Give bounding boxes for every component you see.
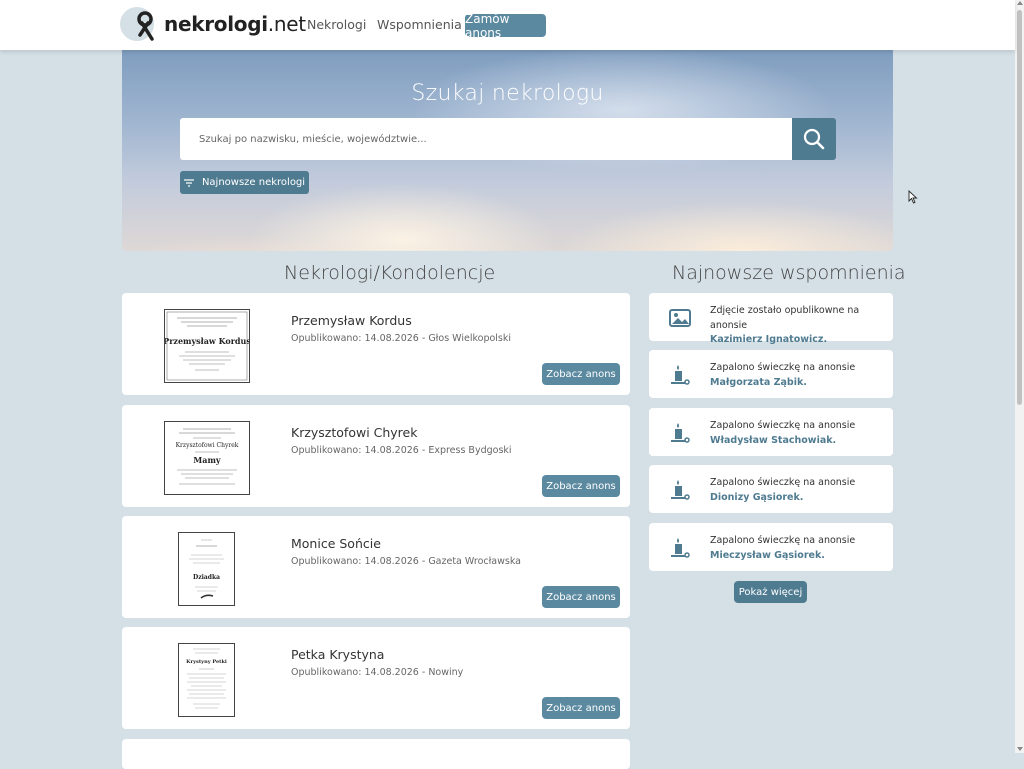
svg-text:Dziadka: Dziadka bbox=[193, 574, 220, 581]
svg-text:Krzysztofowi Chyrek: Krzysztofowi Chyrek bbox=[176, 442, 239, 449]
memory-person-link[interactable]: Dionizy Gąsiorek. bbox=[710, 492, 803, 503]
obituary-published: Opublikowano: 14.08.2026 - Głos Wielkopo… bbox=[291, 333, 512, 344]
candle-icon bbox=[671, 480, 690, 500]
order-announcement-button[interactable]: Zamów anons bbox=[465, 12, 546, 40]
obituary-thumbnail-art: Dziadka bbox=[189, 539, 224, 599]
memories-section-title: Najnowsze wspomnienia bbox=[672, 262, 906, 284]
scrollbar[interactable] bbox=[1015, 0, 1024, 753]
svg-text:Przemysław Kordus: Przemysław Kordus bbox=[165, 336, 249, 346]
candle-icon bbox=[671, 365, 690, 385]
obituary-card: Krystyny Petki Petka Krystyna Opublikowa… bbox=[122, 627, 630, 729]
scroll-down-arrow[interactable] bbox=[1017, 747, 1023, 751]
top-navbar: nekrologi.net Nekrologi Wspomnienia Zamó… bbox=[0, 0, 1015, 50]
obituary-name[interactable]: Przemysław Kordus bbox=[291, 313, 412, 328]
scroll-up-arrow[interactable] bbox=[1017, 1, 1023, 5]
logo-text: nekrologi.net bbox=[164, 12, 306, 36]
memory-person-link[interactable]: Małgorzata Ząbik. bbox=[710, 377, 807, 388]
obituary-published: Opublikowano: 14.08.2026 - Gazeta Wrocła… bbox=[291, 556, 521, 567]
obituary-thumbnail-art: Krystyny Petki bbox=[186, 648, 227, 709]
memory-text: Zapalono świeczkę na anonsie Mieczysław … bbox=[710, 535, 856, 561]
obituary-name[interactable]: Petka Krystyna bbox=[291, 647, 384, 662]
hero-title: Szukaj nekrologu bbox=[411, 81, 604, 106]
search-input[interactable] bbox=[180, 118, 792, 160]
memory-person-link[interactable]: Kazimierz Ignatowicz. bbox=[710, 334, 827, 345]
view-announcement-button[interactable]: Zobacz anons bbox=[542, 363, 620, 385]
obituary-name[interactable]: Monice Sońcie bbox=[291, 536, 381, 551]
memory-item: Zapalono świeczkę na anonsie Władysław S… bbox=[649, 408, 893, 456]
memory-text: Zapalono świeczkę na anonsie Dionizy Gąs… bbox=[710, 477, 856, 503]
latest-obituaries-label: Najnowsze nekrologi bbox=[201, 177, 306, 188]
memory-text: Zapalono świeczkę na anonsie Małgorzata … bbox=[710, 362, 856, 388]
memory-item: Zdjęcie zostało opublikowne na anonsie K… bbox=[649, 293, 893, 345]
nav-wspomnienia[interactable]: Wspomnienia bbox=[377, 17, 462, 32]
image-icon bbox=[669, 309, 691, 327]
candle-icon bbox=[671, 423, 690, 443]
nav-nekrologi[interactable]: Nekrologi bbox=[307, 17, 366, 32]
obituary-card: Krzysztofowi Chyrek Mamy Krzysztofowi Ch… bbox=[122, 405, 630, 507]
ribbon-icon bbox=[137, 11, 154, 41]
svg-text:Mamy: Mamy bbox=[193, 455, 221, 465]
hero-search-banner: Szukaj nekrologu Najnowsze nekrologi bbox=[122, 50, 893, 251]
obituary-thumbnail-art: Przemysław Kordus bbox=[165, 311, 249, 381]
memory-item: Zapalono świeczkę na anonsie Dionizy Gąs… bbox=[649, 465, 893, 513]
obituary-published: Opublikowano: 14.08.2026 - Nowiny bbox=[291, 667, 464, 678]
memory-person-link[interactable]: Mieczysław Gąsiorek. bbox=[710, 550, 825, 561]
show-more-button[interactable]: Pokaż więcej bbox=[734, 581, 807, 603]
memory-item: Zapalono świeczkę na anonsie Małgorzata … bbox=[649, 350, 893, 398]
site-logo[interactable]: nekrologi.net bbox=[120, 7, 306, 41]
obituary-thumbnail[interactable]: Krystyny Petki bbox=[178, 643, 235, 717]
obituary-card-partial bbox=[122, 739, 630, 769]
obituary-card: Dziadka Monice Sońcie Opublikowano: 14.0… bbox=[122, 516, 630, 618]
obituary-thumbnail[interactable]: Przemysław Kordus bbox=[164, 309, 250, 383]
view-announcement-button[interactable]: Zobacz anons bbox=[542, 697, 620, 719]
obituary-name[interactable]: Krzysztofowi Chyrek bbox=[291, 425, 417, 440]
memory-text: Zapalono świeczkę na anonsie Władysław S… bbox=[710, 420, 856, 446]
memory-person-link[interactable]: Władysław Stachowiak. bbox=[710, 435, 836, 446]
scroll-thumb[interactable] bbox=[1017, 10, 1022, 405]
latest-obituaries-button[interactable]: Najnowsze nekrologi bbox=[180, 171, 309, 194]
memory-text: Zdjęcie zostało opublikowne na anonsie K… bbox=[710, 305, 860, 345]
memory-item: Zapalono świeczkę na anonsie Mieczysław … bbox=[649, 523, 893, 571]
obituary-published: Opublikowano: 14.08.2026 - Express Bydgo… bbox=[291, 445, 512, 456]
candle-icon bbox=[671, 538, 690, 558]
search-icon bbox=[803, 128, 825, 150]
obituary-thumbnail[interactable]: Krzysztofowi Chyrek Mamy bbox=[164, 421, 250, 495]
search-button[interactable] bbox=[792, 118, 836, 160]
view-announcement-button[interactable]: Zobacz anons bbox=[542, 475, 620, 497]
obituary-card: Przemysław Kordus Przemysław Kordus Opub… bbox=[122, 293, 630, 395]
filter-icon bbox=[183, 178, 194, 187]
obituaries-section-title: Nekrologi/Kondolencje bbox=[284, 262, 496, 284]
svg-text:Krystyny Petki: Krystyny Petki bbox=[186, 659, 227, 665]
mouse-cursor-icon bbox=[908, 190, 918, 204]
obituary-thumbnail-art: Krzysztofowi Chyrek Mamy bbox=[176, 428, 239, 485]
obituary-thumbnail[interactable]: Dziadka bbox=[178, 532, 235, 606]
view-announcement-button[interactable]: Zobacz anons bbox=[542, 586, 620, 608]
